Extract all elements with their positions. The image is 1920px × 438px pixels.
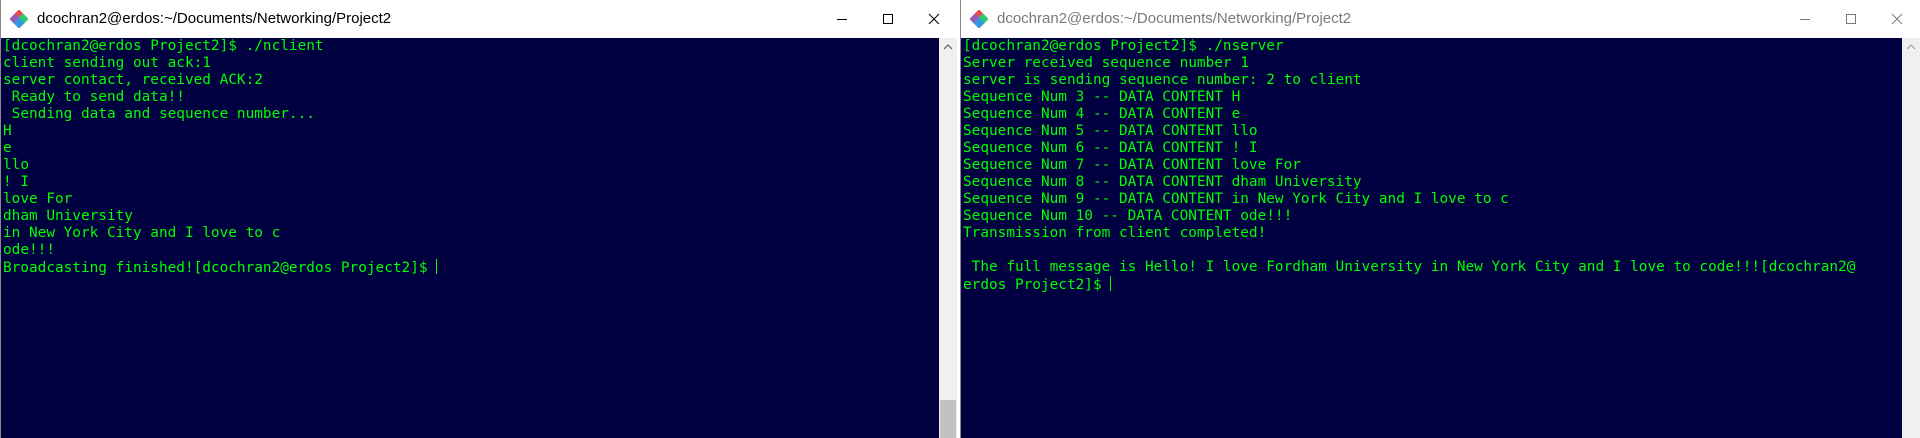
server-terminal-window[interactable]: dcochran2@erdos:~/Documents/Networking/P… xyxy=(960,0,1920,438)
terminal-line: client sending out ack:1 xyxy=(3,55,211,71)
client-terminal-window[interactable]: dcochran2@erdos:~/Documents/Networking/P… xyxy=(0,0,957,438)
terminal-line: Sending data and sequence number... xyxy=(3,106,315,122)
terminal-line: Sequence Num 3 -- DATA CONTENT H xyxy=(963,89,1241,105)
terminal-line: Server received sequence number 1 xyxy=(963,55,1249,71)
terminal-line: server is sending sequence number: 2 to … xyxy=(963,72,1362,88)
terminal-line: in New York City and I love to c xyxy=(3,225,281,241)
terminal-output[interactable]: [dcochran2@erdos Project2]$ ./nclient cli… xyxy=(1,38,939,438)
text-cursor xyxy=(436,259,438,274)
prompt-text: Broadcasting finished![dcochran2@erdos P… xyxy=(3,260,437,276)
terminal-line: [dcochran2@erdos Project2]$ ./nclient xyxy=(3,38,324,54)
terminal-line: ode!!! xyxy=(3,242,55,258)
chevron-up-icon xyxy=(1906,44,1916,50)
terminal-output[interactable]: [dcochran2@erdos Project2]$ ./nserver Ser… xyxy=(961,38,1902,438)
terminal-line: Sequence Num 4 -- DATA CONTENT e xyxy=(963,106,1241,122)
title-bar[interactable]: dcochran2@erdos:~/Documents/Networking/P… xyxy=(961,0,1920,38)
close-button[interactable] xyxy=(1874,0,1920,38)
maximize-button[interactable] xyxy=(1828,0,1874,38)
terminal-line: llo xyxy=(3,157,29,173)
terminal-line: H xyxy=(3,123,12,139)
close-icon xyxy=(1891,13,1903,25)
title-bar[interactable]: dcochran2@erdos:~/Documents/Networking/P… xyxy=(1,0,957,38)
terminal-line: ! I xyxy=(3,174,29,190)
scroll-up-button[interactable] xyxy=(1902,38,1920,56)
terminal-line: Sequence Num 10 -- DATA CONTENT ode!!! xyxy=(963,208,1293,224)
prompt-text: erdos Project2]$ xyxy=(963,277,1111,293)
maximize-icon xyxy=(1846,14,1856,24)
terminal-prompt-line[interactable]: erdos Project2]$ xyxy=(961,276,1902,294)
terminal-line: The full message is Hello! I love Fordha… xyxy=(963,259,1856,275)
minimize-icon xyxy=(1800,19,1810,20)
terminal-line: love For xyxy=(3,191,73,207)
vertical-scrollbar[interactable] xyxy=(1902,38,1920,438)
minimize-icon xyxy=(837,19,847,20)
mintty-icon[interactable] xyxy=(970,10,988,28)
close-button[interactable] xyxy=(911,0,957,38)
vertical-scrollbar[interactable] xyxy=(939,38,957,438)
terminal-line: server contact, received ACK:2 xyxy=(3,72,263,88)
terminal-lines: [dcochran2@erdos Project2]$ ./nserver Ser… xyxy=(961,38,1902,276)
terminal-line: Sequence Num 5 -- DATA CONTENT llo xyxy=(963,123,1258,139)
close-icon xyxy=(928,13,940,25)
minimize-button[interactable] xyxy=(819,0,865,38)
terminal-line: Transmission from client completed! xyxy=(963,225,1267,241)
text-cursor xyxy=(1110,276,1112,291)
terminal-line: e xyxy=(3,140,12,156)
maximize-icon xyxy=(883,14,893,24)
mintty-icon[interactable] xyxy=(10,10,28,28)
terminal-line: Sequence Num 7 -- DATA CONTENT love For xyxy=(963,157,1301,173)
terminal-line: Ready to send data!! xyxy=(3,89,185,105)
terminal-line: [dcochran2@erdos Project2]$ ./nserver xyxy=(963,38,1284,54)
scroll-up-button[interactable] xyxy=(939,38,957,56)
scroll-thumb[interactable] xyxy=(940,400,956,438)
terminal-prompt-line[interactable]: Broadcasting finished![dcochran2@erdos P… xyxy=(1,259,939,277)
chevron-up-icon xyxy=(943,44,953,50)
terminal-lines: [dcochran2@erdos Project2]$ ./nclient cli… xyxy=(1,38,939,259)
terminal-line: Sequence Num 6 -- DATA CONTENT ! I xyxy=(963,140,1258,156)
window-title: dcochran2@erdos:~/Documents/Networking/P… xyxy=(37,10,392,27)
terminal-line: Sequence Num 9 -- DATA CONTENT in New Yo… xyxy=(963,191,1509,207)
maximize-button[interactable] xyxy=(865,0,911,38)
terminal-line: Sequence Num 8 -- DATA CONTENT dham Univ… xyxy=(963,174,1362,190)
terminal-line: dham University xyxy=(3,208,133,224)
minimize-button[interactable] xyxy=(1782,0,1828,38)
window-title: dcochran2@erdos:~/Documents/Networking/P… xyxy=(997,10,1352,27)
